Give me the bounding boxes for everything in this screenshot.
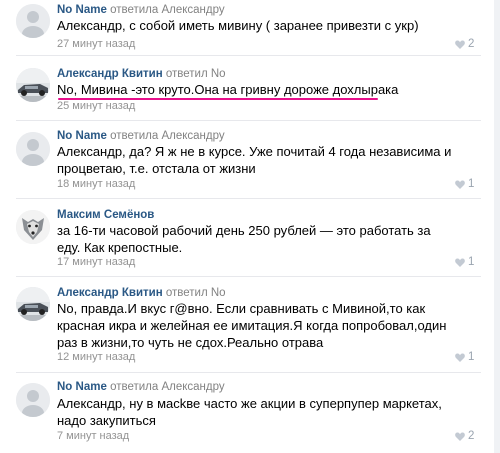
- divider: [16, 55, 481, 56]
- avatar[interactable]: [16, 383, 50, 417]
- timestamp[interactable]: 27 минут назад: [57, 38, 135, 51]
- heart-icon: [455, 432, 465, 441]
- timestamp[interactable]: 17 минут назад: [57, 256, 135, 269]
- like-button[interactable]: 2: [455, 38, 474, 50]
- comment-text: Александр, ну в масkве часто же акции в …: [57, 396, 442, 428]
- reply-to[interactable]: ответил No: [166, 68, 226, 80]
- timestamp[interactable]: 18 минут назад: [57, 178, 135, 191]
- dog-avatar-icon: [16, 210, 50, 244]
- author-line: Александр Квитин ответил No: [57, 286, 226, 300]
- heart-icon: [455, 180, 465, 189]
- author-name[interactable]: Александр Квитин: [57, 287, 163, 299]
- avatar[interactable]: [16, 132, 50, 166]
- like-count: 2: [468, 430, 475, 442]
- avatar[interactable]: [16, 210, 50, 244]
- avatar[interactable]: [16, 287, 50, 321]
- author-name[interactable]: Максим Семёнов: [57, 209, 154, 221]
- default-avatar-icon: [16, 383, 50, 417]
- reply-to[interactable]: ответила Александру: [110, 381, 225, 393]
- comment-text: No, Мивина -это круто.Она на гривну доро…: [57, 82, 399, 97]
- like-button[interactable]: 1: [455, 256, 474, 268]
- like-button[interactable]: 2: [455, 430, 474, 442]
- heart-icon: [455, 258, 465, 267]
- comment-text: No, правда.И вкус г@вно. Если сравнивать…: [57, 301, 447, 350]
- comment: No Name ответила Александру Александр, с…: [0, 0, 500, 53]
- heart-icon: [455, 40, 465, 49]
- author-name[interactable]: No Name: [57, 4, 107, 16]
- timestamp[interactable]: 7 минут назад: [57, 430, 129, 443]
- default-avatar-icon: [16, 132, 50, 166]
- author-line: No Name ответила Александру: [57, 3, 225, 17]
- car-avatar-icon: [16, 287, 50, 321]
- author-line: Максим Семёнов: [57, 208, 154, 222]
- comment-text: Александр, с собой иметь мивину ( заране…: [57, 18, 419, 33]
- divider: [16, 198, 481, 199]
- like-count: 1: [468, 351, 475, 363]
- divider: [16, 276, 481, 277]
- reply-to[interactable]: ответила Александру: [110, 4, 225, 16]
- timestamp[interactable]: 25 минут назад: [57, 100, 135, 113]
- scrollbar[interactable]: [494, 0, 500, 453]
- author-line: No Name ответила Александру: [57, 380, 225, 394]
- reply-to[interactable]: ответил No: [166, 287, 226, 299]
- comment-text: Александр, да? Я ж не в курсе. Уже почит…: [57, 144, 452, 176]
- avatar[interactable]: [16, 4, 50, 38]
- like-button[interactable]: 1: [455, 351, 474, 363]
- reply-to[interactable]: ответила Александру: [110, 130, 225, 142]
- car-avatar-icon: [16, 68, 50, 102]
- avatar[interactable]: [16, 68, 50, 102]
- comment: Максим Семёнов за 16-ти часовой рабочий …: [0, 203, 500, 273]
- author-line: Александр Квитин ответил No: [57, 67, 226, 81]
- author-name[interactable]: No Name: [57, 381, 107, 393]
- divider: [16, 120, 481, 121]
- comment: Александр Квитин ответил No No, правда.И…: [0, 281, 500, 367]
- default-avatar-icon: [16, 4, 50, 38]
- comments-page: No Name ответила Александру Александр, с…: [0, 0, 500, 453]
- comment: No Name ответила Александру Александр, н…: [0, 377, 500, 453]
- comment: Александр Квитин ответил No No, Мивина -…: [0, 58, 500, 118]
- comment-text: за 16-ти часовой рабочий день 250 рублей…: [57, 223, 431, 255]
- timestamp[interactable]: 12 минут назад: [57, 351, 135, 364]
- author-name[interactable]: No Name: [57, 130, 107, 142]
- like-count: 1: [468, 178, 475, 190]
- like-count: 1: [468, 256, 475, 268]
- author-name[interactable]: Александр Квитин: [57, 68, 163, 80]
- divider: [16, 372, 481, 373]
- like-button[interactable]: 1: [455, 178, 474, 190]
- comment: No Name ответила Александру Александр, д…: [0, 124, 500, 194]
- like-count: 2: [468, 38, 475, 50]
- heart-icon: [455, 353, 465, 362]
- author-line: No Name ответила Александру: [57, 129, 225, 143]
